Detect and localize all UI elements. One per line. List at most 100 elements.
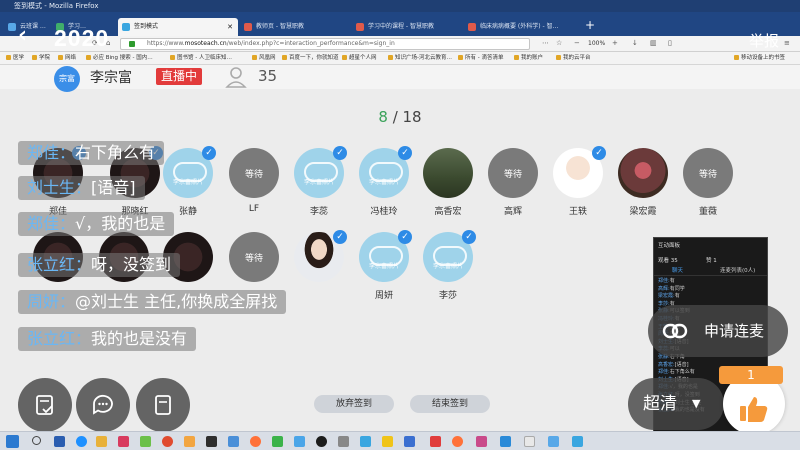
attendee-card[interactable]: 等待 高辉 — [485, 148, 541, 217]
attendee-card[interactable]: 梁宏霞 — [615, 148, 671, 217]
tab-favicon-icon — [356, 23, 364, 31]
attendee-card[interactable]: 李宗富照片 ✓ 李蕊 — [291, 146, 347, 217]
attendee-name: 梁宏霞 — [629, 207, 657, 217]
end-sign-in-button[interactable]: 结束签到 — [410, 395, 490, 413]
back-chevron-icon[interactable]: ‹ — [18, 23, 27, 48]
sign-in-progress: 8 / 18 — [0, 108, 800, 126]
bookmark-item[interactable]: 风凰网 — [252, 52, 276, 64]
comment-button[interactable] — [76, 378, 130, 432]
panel-stats: 观看 35 赞 1 — [654, 252, 767, 264]
windows-start-icon[interactable] — [6, 435, 19, 448]
app-icon[interactable] — [572, 436, 583, 447]
file-explorer-icon[interactable] — [96, 436, 107, 447]
edge-icon[interactable] — [76, 436, 87, 447]
teacher-name: 李宗富 — [90, 70, 132, 86]
app-icon[interactable] — [228, 436, 239, 447]
bookmark-item[interactable]: 百度一下，你就知道 — [282, 52, 339, 64]
attendee-card[interactable]: ✓ 王轶 — [550, 146, 606, 217]
tab-favicon-icon — [122, 23, 130, 31]
attendee-card[interactable]: 李宗富照片 ✓ 冯桂玲 — [356, 146, 412, 217]
app-icon[interactable] — [338, 436, 349, 447]
task-view-icon[interactable] — [54, 436, 65, 447]
panel-chat-row: 郑佳:有 — [658, 278, 763, 286]
app-icon[interactable] — [476, 436, 487, 447]
app-icon[interactable] — [382, 436, 393, 447]
browser-tab[interactable]: 教师页 - 智慧职教 — [240, 18, 350, 36]
bookmark-item[interactable]: 我的云平台 — [556, 52, 591, 64]
zoom-in-icon[interactable]: + — [612, 39, 618, 47]
chat-message: 张立红：我的也是没有 — [18, 327, 197, 351]
attendee-card[interactable]: ✓ — [291, 230, 347, 288]
app-icon[interactable] — [524, 436, 535, 447]
library-icon[interactable]: ▥ — [650, 39, 657, 47]
url-host: mosoteach.cn — [184, 40, 227, 47]
attendee-name: 王轶 — [568, 207, 587, 217]
abandon-sign-in-button[interactable]: 放弃签到 — [314, 395, 394, 413]
firefox-icon[interactable] — [452, 436, 463, 447]
app-icon[interactable] — [184, 436, 195, 447]
bookmark-item[interactable]: 超星个人网 — [342, 52, 377, 64]
app-icon[interactable] — [360, 436, 371, 447]
attendee-card[interactable]: 等待 LF — [226, 148, 282, 214]
page-actions-icon[interactable]: ⋯ — [542, 39, 549, 47]
bookmark-item[interactable]: 我的账户 — [514, 52, 543, 64]
bookmark-item[interactable]: 必应 Bing 搜索 - 国内… — [86, 52, 153, 64]
new-tab-plus-icon[interactable]: + — [585, 18, 595, 32]
attendee-card[interactable]: 等待 — [226, 232, 282, 288]
app-icon[interactable] — [404, 436, 415, 447]
bookmark-item[interactable]: 网络 — [58, 52, 76, 64]
bookmark-item[interactable]: 所有 - 滴答清单 — [458, 52, 503, 64]
app-icon[interactable] — [294, 436, 305, 447]
app-icon[interactable] — [140, 436, 151, 447]
screen: 签到模式 - Mozilla Firefox 云班课 … 学习… 签到模式 ✕ … — [0, 0, 800, 450]
chat-message: 郑佳：右下角么有 — [18, 141, 165, 165]
quality-selector[interactable]: 超清 ▼ — [628, 378, 724, 430]
panel-tab-mic-list[interactable]: 连麦列表(0人) — [720, 266, 755, 274]
sidebar-icon[interactable]: ▯ — [668, 39, 672, 47]
url-prefix: https://www. — [147, 40, 185, 47]
app-icon[interactable] — [118, 436, 129, 447]
menu-icon[interactable]: ≡ — [784, 39, 790, 47]
app-icon[interactable] — [500, 436, 511, 447]
app-icon[interactable] — [206, 436, 217, 447]
bookmark-star-icon[interactable]: ☆ — [556, 39, 562, 47]
url-bar[interactable]: https://www.mosoteach.cn/web/index.php?c… — [120, 38, 530, 50]
firefox-icon[interactable] — [250, 436, 261, 447]
browser-tab-active[interactable]: 签到模式 ✕ — [118, 18, 238, 36]
bookmark-item[interactable]: 知识广场-河北云教育… — [388, 52, 452, 64]
attendee-card[interactable]: 李宗富照片 ✓ 李莎 — [420, 230, 476, 301]
wechat-icon[interactable] — [272, 436, 283, 447]
note-button[interactable] — [136, 378, 190, 432]
app-icon[interactable] — [430, 436, 441, 447]
tab-favicon-icon — [244, 23, 252, 31]
qq-icon[interactable] — [316, 436, 327, 447]
sign-task-button[interactable] — [18, 378, 72, 432]
zoom-out-icon[interactable]: − — [574, 39, 580, 47]
panel-tab-chat[interactable]: 聊天 — [672, 266, 683, 274]
close-tab-icon[interactable]: ✕ — [227, 18, 233, 36]
panel-title: 互动面板 — [658, 243, 681, 249]
search-icon[interactable] — [32, 436, 41, 445]
attendee-avatar — [423, 148, 473, 198]
zoom-level[interactable]: 100% — [588, 38, 605, 50]
panel-chat-row: 梁宏霞:有 — [658, 293, 763, 301]
downloads-icon[interactable]: ↓ — [632, 39, 638, 47]
bookmark-item[interactable]: 医学 — [6, 52, 24, 64]
bookmark-item[interactable]: 移动设备上的书签 — [734, 52, 785, 64]
chrome-icon[interactable] — [162, 436, 173, 447]
bookmark-item[interactable]: 学院 — [32, 52, 50, 64]
attendee-card[interactable]: 李宗富照片 ✓ 张静 — [160, 146, 216, 217]
panel-chat-sender: 郑佳: — [658, 369, 670, 376]
attendee-card[interactable]: 等待 董薇 — [680, 148, 736, 217]
browser-tab[interactable]: 学习中的课程 - 智慧职教 — [352, 18, 462, 36]
avatar-overlay-text: 等待 — [698, 169, 717, 180]
chat-message: 周妍：@刘士生 主任,你换成全屏找 — [18, 290, 287, 314]
bookmark-item[interactable]: 图书馆 - 人卫临床知… — [170, 52, 232, 64]
report-button[interactable]: 举报 — [749, 30, 779, 51]
attendee-card[interactable]: 李宗富照片 ✓ 周妍 — [356, 230, 412, 301]
apply-mic-button[interactable]: 申请连麦 — [648, 305, 788, 357]
app-icon[interactable] — [548, 436, 559, 447]
thumbs-up-icon — [740, 397, 768, 422]
browser-tab[interactable]: 临床病病概要 (外科学) - 智… — [464, 18, 582, 36]
attendee-card[interactable]: 高香宏 — [420, 148, 476, 217]
